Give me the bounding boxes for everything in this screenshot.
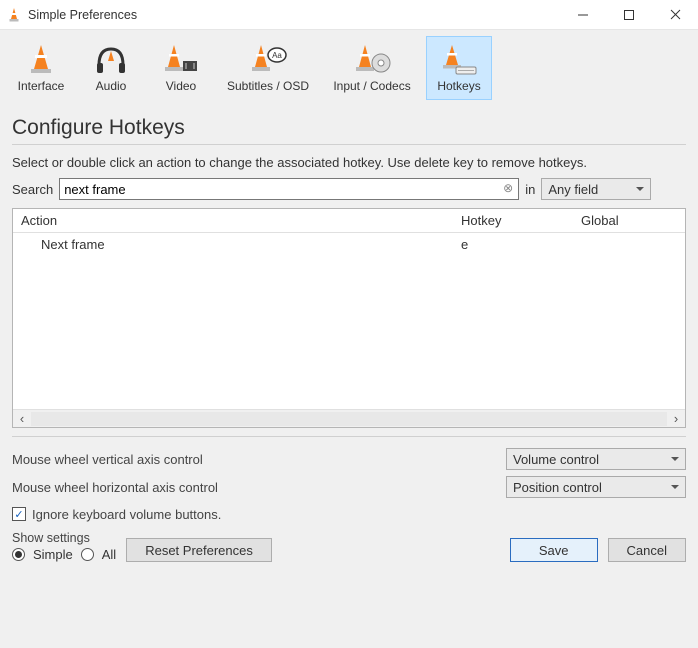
clear-search-icon[interactable]: ⊗ — [501, 181, 515, 195]
ignore-kb-checkbox[interactable]: ✓ — [12, 507, 26, 521]
cone-icon — [17, 41, 65, 77]
tab-label: Hotkeys — [437, 79, 480, 93]
mouse-horiz-label: Mouse wheel horizontal axis control — [12, 480, 506, 495]
search-input[interactable] — [59, 178, 519, 200]
cancel-button[interactable]: Cancel — [608, 538, 686, 562]
tab-label: Interface — [18, 79, 65, 93]
keyboard-cone-icon — [435, 41, 483, 77]
search-label: Search — [12, 182, 53, 197]
show-settings-label: Show settings — [12, 531, 116, 545]
scroll-right-icon[interactable]: › — [667, 411, 685, 426]
reset-preferences-button[interactable]: Reset Preferences — [126, 538, 272, 562]
content-area: Configure Hotkeys Select or double click… — [0, 100, 698, 527]
tab-label: Audio — [96, 79, 127, 93]
table-row[interactable]: Next frame e — [13, 233, 685, 255]
select-value: Volume control — [513, 452, 599, 467]
app-icon — [6, 7, 22, 23]
col-action[interactable]: Action — [13, 213, 453, 228]
radio-all-label: All — [102, 547, 116, 562]
window-title: Simple Preferences — [28, 8, 560, 22]
page-heading: Configure Hotkeys — [12, 116, 686, 140]
horizontal-scrollbar[interactable]: ‹ › — [13, 409, 685, 427]
svg-text:Aa: Aa — [272, 51, 282, 60]
mouse-vert-row: Mouse wheel vertical axis control Volume… — [12, 445, 686, 473]
tab-label: Input / Codecs — [333, 79, 410, 93]
radio-simple-label: Simple — [33, 547, 73, 562]
tab-label: Subtitles / OSD — [227, 79, 309, 93]
ignore-kb-row: ✓ Ignore keyboard volume buttons. — [12, 501, 686, 527]
divider — [12, 144, 686, 145]
radio-all[interactable] — [81, 548, 94, 561]
select-value: Any field — [548, 182, 598, 197]
tab-label: Video — [166, 79, 196, 93]
ignore-kb-label: Ignore keyboard volume buttons. — [32, 507, 221, 522]
tab-interface[interactable]: Interface — [8, 36, 74, 100]
mouse-vert-label: Mouse wheel vertical axis control — [12, 452, 506, 467]
instruction-text: Select or double click an action to chan… — [12, 155, 686, 170]
divider — [12, 436, 686, 437]
save-button[interactable]: Save — [510, 538, 598, 562]
speech-cone-icon: Aa — [244, 41, 292, 77]
tab-audio[interactable]: Audio — [78, 36, 144, 100]
scroll-track[interactable] — [31, 412, 667, 426]
search-row: Search ⊗ in Any field — [12, 178, 686, 200]
in-label: in — [525, 182, 535, 197]
titlebar: Simple Preferences — [0, 0, 698, 30]
headphones-icon — [87, 41, 135, 77]
search-field-select[interactable]: Any field — [541, 178, 651, 200]
show-settings-group: Show settings Simple All — [12, 531, 116, 562]
disc-cone-icon — [348, 41, 396, 77]
search-input-wrap: ⊗ — [59, 178, 519, 200]
table-header: Action Hotkey Global — [13, 209, 685, 233]
tab-input-codecs[interactable]: Input / Codecs — [322, 36, 422, 100]
bottom-bar: Show settings Simple All Reset Preferenc… — [0, 527, 698, 572]
tab-subtitles[interactable]: Aa Subtitles / OSD — [218, 36, 318, 100]
radio-simple[interactable] — [12, 548, 25, 561]
category-tabs: Interface Audio Video Aa Subtitles / OSD… — [0, 30, 698, 100]
maximize-button[interactable] — [606, 0, 652, 30]
mouse-vert-select[interactable]: Volume control — [506, 448, 686, 470]
film-cone-icon — [157, 41, 205, 77]
cell-hotkey: e — [453, 237, 573, 252]
table-body: Next frame e — [13, 233, 685, 409]
col-hotkey[interactable]: Hotkey — [453, 213, 573, 228]
scroll-left-icon[interactable]: ‹ — [13, 411, 31, 426]
mouse-horiz-row: Mouse wheel horizontal axis control Posi… — [12, 473, 686, 501]
cell-action: Next frame — [13, 237, 453, 252]
mouse-horiz-select[interactable]: Position control — [506, 476, 686, 498]
select-value: Position control — [513, 480, 602, 495]
hotkey-table: Action Hotkey Global Next frame e ‹ › — [12, 208, 686, 428]
minimize-button[interactable] — [560, 0, 606, 30]
close-button[interactable] — [652, 0, 698, 30]
tab-hotkeys[interactable]: Hotkeys — [426, 36, 492, 100]
col-global[interactable]: Global — [573, 213, 685, 228]
tab-video[interactable]: Video — [148, 36, 214, 100]
